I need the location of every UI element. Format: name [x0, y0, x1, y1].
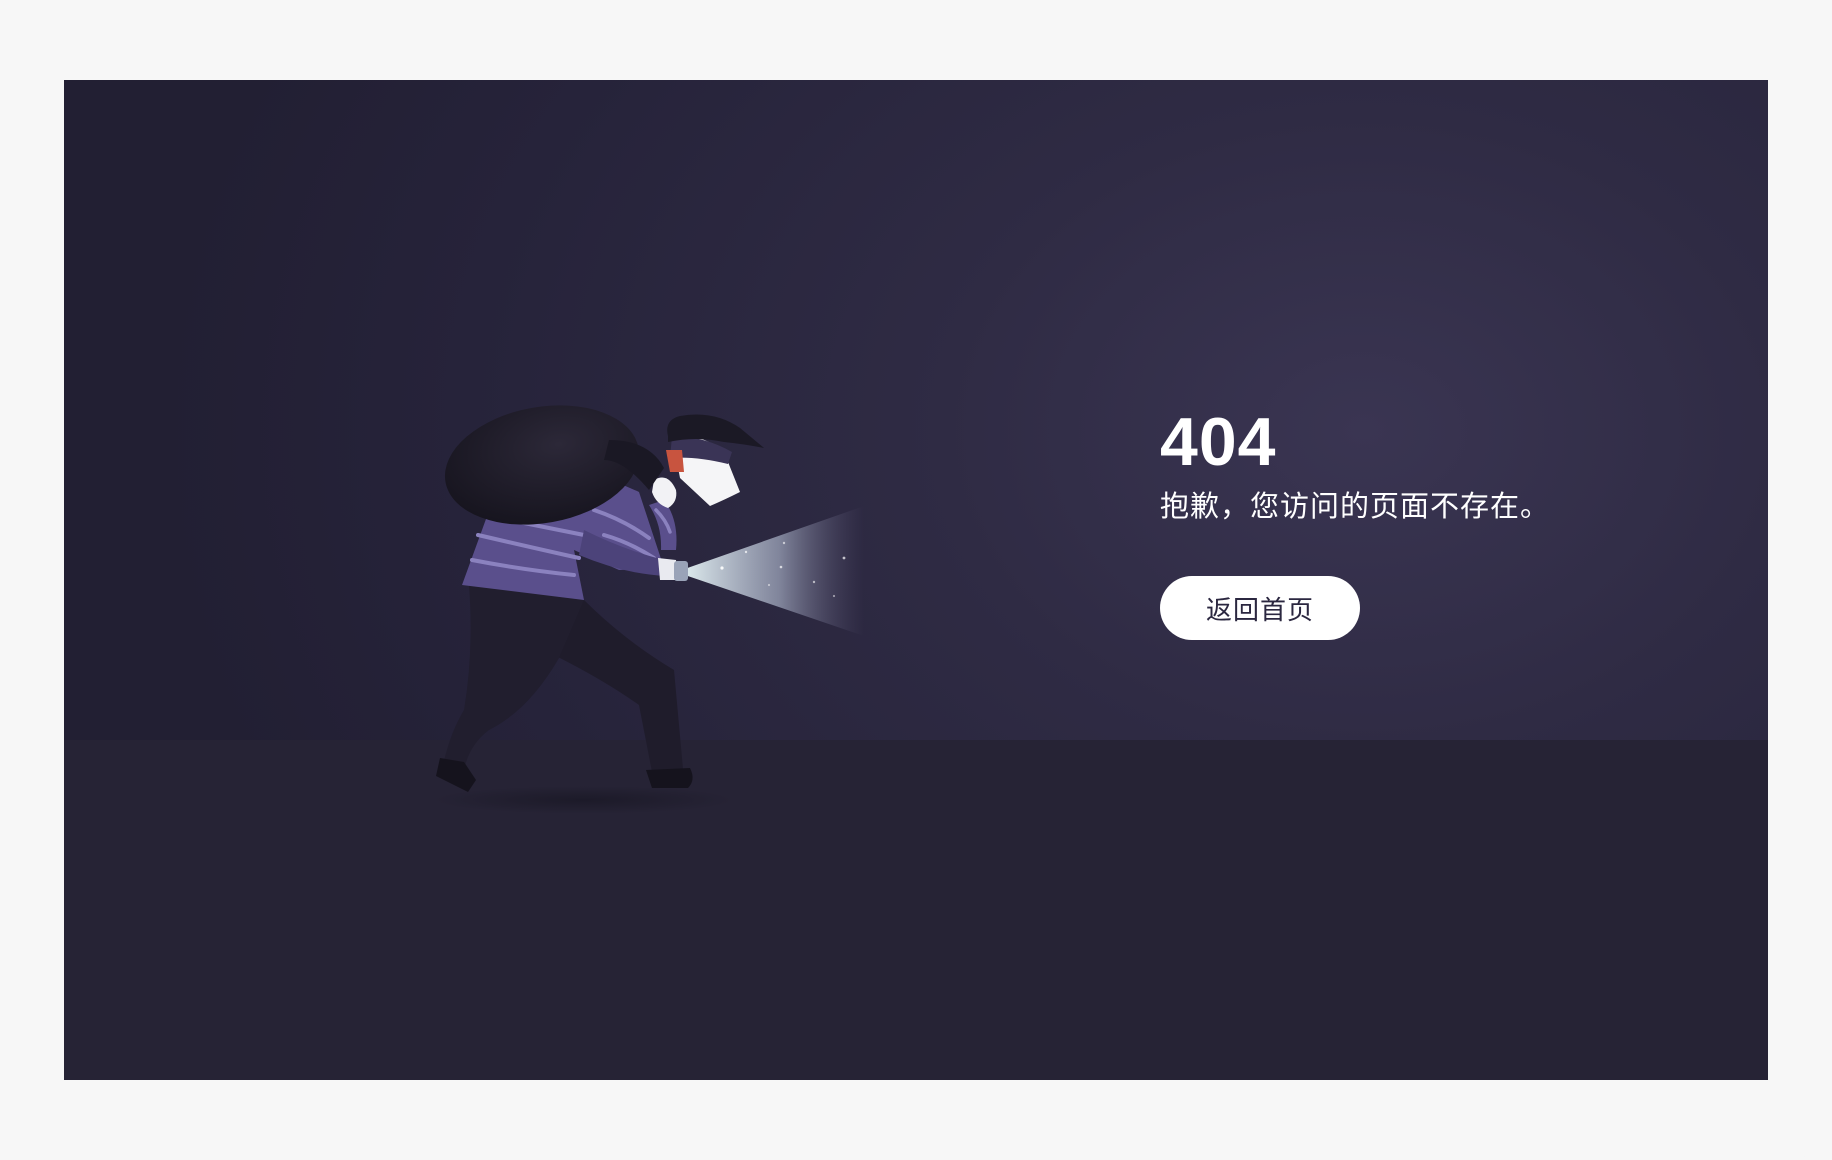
ground-shadow	[434, 786, 734, 814]
device-frame: 404 抱歉，您访问的页面不存在。 返回首页	[0, 0, 1832, 1160]
flashlight-body	[674, 561, 688, 581]
thief-back-shoe	[646, 768, 693, 788]
thief-front-shoe	[436, 758, 476, 792]
thief-ear	[666, 450, 684, 472]
error-screen: 404 抱歉，您访问的页面不存在。 返回首页	[64, 80, 1768, 1080]
error-code: 404	[1160, 404, 1277, 480]
thief-back-leg	[554, 600, 684, 782]
error-message: 404 抱歉，您访问的页面不存在。 返回首页	[1160, 402, 1720, 640]
thief-front-leg	[442, 585, 584, 770]
flashlight-beam	[676, 506, 864, 636]
error-description: 抱歉，您访问的页面不存在。	[1160, 489, 1551, 523]
back-to-home-button[interactable]: 返回首页	[1160, 576, 1360, 640]
